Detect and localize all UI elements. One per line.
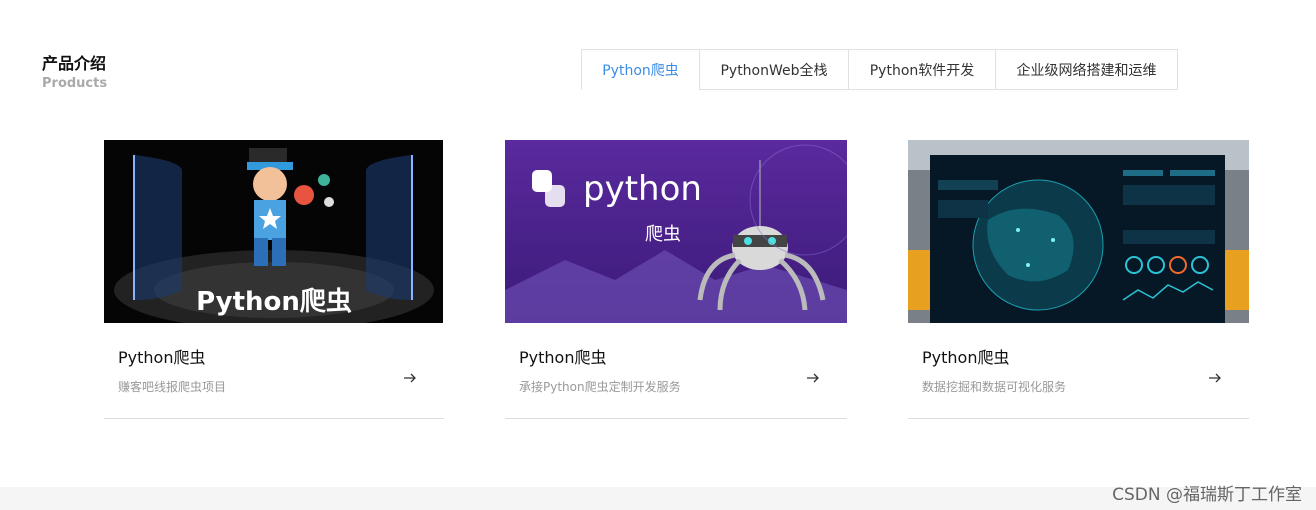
- card-image-sub-text: 爬虫: [645, 224, 681, 245]
- card-title: Python爬虫: [118, 348, 206, 367]
- product-card[interactable]: Python爬虫 数据挖掘和数据可视化服务: [908, 140, 1249, 419]
- tab-python-crawler[interactable]: Python爬虫: [581, 49, 700, 90]
- card-image: Python爬虫: [104, 140, 443, 323]
- card-title: Python爬虫: [922, 348, 1010, 367]
- section-title: 产品介绍: [42, 54, 107, 73]
- card-image: [908, 140, 1249, 323]
- card-image-logo-text: python: [583, 169, 702, 209]
- arrow-right-icon[interactable]: [402, 370, 418, 386]
- tab-python-web[interactable]: PythonWeb全栈: [699, 49, 849, 90]
- tab-network-ops[interactable]: 企业级网络搭建和运维: [995, 49, 1178, 90]
- product-card[interactable]: python 爬虫 Python爬虫 承接Python爬虫定制开发服务: [505, 140, 847, 419]
- card-title: Python爬虫: [519, 348, 607, 367]
- watermark: CSDN @福瑞斯丁工作室: [1112, 485, 1302, 505]
- section-subtitle: Products: [42, 76, 108, 91]
- page: 产品介绍 Products Python爬虫 PythonWeb全栈 Pytho…: [0, 0, 1316, 510]
- card-description: 承接Python爬虫定制开发服务: [519, 380, 681, 394]
- card-description: 数据挖掘和数据可视化服务: [922, 380, 1067, 394]
- product-tabs: Python爬虫 PythonWeb全栈 Python软件开发 企业级网络搭建和…: [581, 49, 1178, 90]
- card-description: 赚客吧线报爬虫项目: [118, 380, 227, 394]
- arrow-right-icon[interactable]: [1207, 370, 1223, 386]
- tab-python-software[interactable]: Python软件开发: [848, 49, 996, 90]
- card-image: python 爬虫: [505, 140, 847, 323]
- card-image-caption: Python爬虫: [196, 287, 352, 317]
- product-card[interactable]: Python爬虫 Python爬虫 赚客吧线报爬虫项目: [104, 140, 444, 419]
- arrow-right-icon[interactable]: [805, 370, 821, 386]
